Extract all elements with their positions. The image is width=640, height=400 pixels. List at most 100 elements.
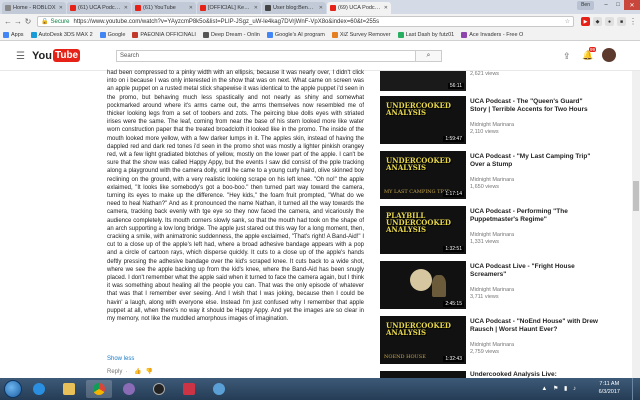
youtube-icon [135, 5, 141, 11]
tab-keepvid[interactable]: [OFFICIAL] KeepVid✕ [197, 2, 261, 14]
close-window-icon[interactable]: ✕ [624, 0, 640, 10]
back-icon[interactable]: ← [3, 17, 13, 26]
taskbar-app[interactable] [176, 380, 202, 398]
maximize-icon[interactable]: □ [612, 0, 624, 10]
channel-name[interactable]: Midnight Marinara [470, 287, 514, 293]
taskbar-app[interactable] [206, 380, 232, 398]
page-icon [132, 31, 139, 38]
related-video-item[interactable]: 2:45:15 UCA Podcast Live - "Fright House… [380, 261, 630, 309]
page-icon [202, 31, 209, 38]
reply-button[interactable]: Reply [107, 369, 122, 375]
related-video-item[interactable]: PLAYBILL UNDERCOOKED ANALYSIS 1:32:51 UC… [380, 206, 630, 254]
minimize-icon[interactable]: – [600, 0, 612, 10]
close-tab-icon[interactable]: ✕ [254, 5, 258, 11]
hamburger-menu-icon[interactable]: ☰ [16, 51, 25, 62]
channel-name[interactable]: Midnight Marinara [470, 177, 514, 183]
upload-icon[interactable]: ⇪ [563, 51, 571, 62]
forward-icon[interactable]: → [13, 17, 23, 26]
video-title[interactable]: Undercooked Analysis Live: [470, 371, 557, 378]
youtube-logo[interactable]: You Tube [32, 49, 81, 62]
video-thumbnail[interactable]: UNDERCOOKED ANALYSIS 1:59:47 [380, 96, 466, 144]
video-title[interactable]: UCA Podcast - The "Queen's Guard" Story … [470, 98, 600, 113]
video-thumbnail[interactable]: UNDERCOOKED ANALYSIS NOEND HOUSE 1:32:43 [380, 316, 466, 364]
avatar[interactable] [602, 48, 616, 62]
taskbar-explorer[interactable] [56, 380, 82, 398]
close-tab-icon[interactable]: ✕ [59, 5, 63, 11]
app-icon [123, 383, 135, 395]
ie-icon [33, 383, 45, 395]
taskbar-ie[interactable] [26, 380, 52, 398]
clock[interactable]: 7:11 AM 6/3/2017 [599, 380, 620, 396]
bookmark-google[interactable]: Google [99, 31, 125, 38]
thumbnail-art [432, 275, 446, 297]
reload-icon[interactable]: ↻ [23, 17, 33, 26]
bookmark-deep-dream[interactable]: Deep Dream - Onlin [202, 31, 260, 38]
tab-user-blog[interactable]: User blog:BenPugma✕ [262, 2, 326, 14]
windows-taskbar: ▲ ⚑ ▮ ♪ 7:11 AM 6/3/2017 [0, 378, 640, 400]
channel-name[interactable]: Midnight Marinara [470, 342, 514, 348]
taskbar-app[interactable] [146, 380, 172, 398]
tab-uca-podcast-1[interactable]: (61) UCA Podcast - F✕ [67, 2, 131, 14]
page-icon [331, 31, 338, 38]
bookmark-autodesk[interactable]: AutoDesk 3DS MAX 2 [30, 31, 93, 38]
tab-youtube[interactable]: (61) YouTube ✕ [132, 2, 196, 14]
video-thumbnail[interactable]: 56:11 [380, 71, 466, 91]
channel-name[interactable]: Midnight Marinara [470, 122, 514, 128]
system-tray-icons[interactable]: ▲ ⚑ ▮ ♪ [541, 385, 578, 392]
thumbs-up-icon[interactable]: 👍 [134, 368, 141, 375]
close-tab-icon[interactable]: ✕ [384, 5, 388, 11]
taskbar-app[interactable] [116, 380, 142, 398]
scrollbar-thumb[interactable] [633, 181, 639, 211]
youtube-icon [330, 5, 336, 11]
profile-chip[interactable]: Ben [577, 1, 594, 10]
show-less-link[interactable]: Show less [107, 356, 134, 362]
video-title[interactable]: UCA Podcast - Performing "The Puppetmast… [470, 208, 600, 223]
browser-menu-icon[interactable]: ⋮ [629, 17, 637, 26]
thumbnail-art [410, 269, 432, 291]
comment-actions: Reply · 👍 👎 [107, 368, 154, 376]
extension-icon[interactable]: ● [605, 17, 614, 26]
page-scrollbar[interactable] [632, 71, 640, 389]
channel-name[interactable]: Midnight Marinara [470, 232, 514, 238]
taskbar-chrome[interactable] [86, 380, 112, 398]
start-button[interactable] [4, 380, 22, 398]
app-icon [153, 383, 165, 395]
related-video-item[interactable]: UNDERCOOKED ANALYSIS MY LAST CAMPING TRI… [380, 151, 630, 199]
extension-icon[interactable]: ▶ [581, 17, 590, 26]
bookmark-ace-invaders[interactable]: Ace Invaders - Free O [461, 31, 523, 38]
bookmark-star-icon[interactable]: ☆ [565, 18, 570, 25]
extension-icon[interactable]: ◆ [593, 17, 602, 26]
address-bar: ← → ↻ 🔒 Secure https://www.youtube.com/w… [0, 14, 640, 29]
video-views: 2,110 views [470, 129, 499, 135]
video-title[interactable]: UCA Podcast - "My Last Camping Trip" Ove… [470, 153, 600, 168]
video-thumbnail[interactable]: 2:45:15 [380, 261, 466, 309]
bookmark-last-dash[interactable]: Last Dash by futz01 [397, 31, 454, 38]
extension-icon[interactable]: ■ [617, 17, 626, 26]
bookmark-apps[interactable]: Apps [3, 31, 24, 38]
search-button[interactable]: ⌕ [416, 50, 442, 62]
tab-uca-podcast-active[interactable]: (69) UCA Podcast - F✕ [327, 2, 391, 14]
url-input[interactable]: 🔒 Secure https://www.youtube.com/watch?v… [37, 16, 574, 27]
url-text: https://www.youtube.com/watch?v=YAyzcmP8… [73, 18, 380, 25]
folder-icon [63, 383, 75, 395]
search-input[interactable]: Search [116, 50, 416, 62]
bookmark-paeonia[interactable]: PAEONIA OFFICINALI [132, 31, 196, 38]
bookmark-google-ai[interactable]: Google's AI program [266, 31, 325, 38]
show-desktop-button[interactable] [632, 378, 640, 400]
close-tab-icon[interactable]: ✕ [124, 5, 128, 11]
thumbs-down-icon[interactable]: 👎 [146, 368, 153, 375]
video-thumbnail[interactable]: UNDERCOOKED ANALYSIS MY LAST CAMPING TRI… [380, 151, 466, 199]
tab-roblox[interactable]: Home - ROBLOX ✕ [2, 2, 66, 14]
close-tab-icon[interactable]: ✕ [319, 5, 323, 11]
related-video-item[interactable]: UNDERCOOKED ANALYSIS NOEND HOUSE 1:32:43… [380, 316, 630, 364]
close-tab-icon[interactable]: ✕ [189, 5, 193, 11]
related-video-item[interactable]: UNDERCOOKED ANALYSIS 1:59:47 UCA Podcast… [380, 96, 630, 144]
page-icon [461, 31, 468, 38]
page-icon [397, 31, 404, 38]
video-title[interactable]: UCA Podcast - "NoEnd House" with Drew Ra… [470, 318, 600, 333]
autodesk-icon [30, 31, 37, 38]
video-title[interactable]: UCA Podcast Live - "Fright House Screame… [470, 263, 600, 278]
video-thumbnail[interactable]: PLAYBILL UNDERCOOKED ANALYSIS 1:32:51 [380, 206, 466, 254]
youtube-header: ☰ You Tube Search ⌕ ⇪ 🔔 99 [0, 41, 640, 71]
bookmark-xiz[interactable]: XiZ Survey Remover [331, 31, 391, 38]
